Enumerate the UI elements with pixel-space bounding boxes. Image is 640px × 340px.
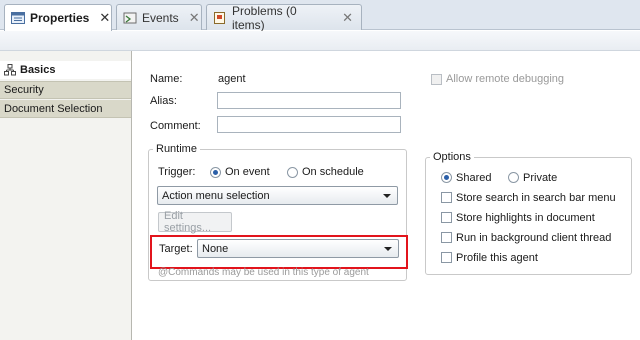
sidebar-item-basics[interactable]: Basics [0,61,131,79]
commands-note: @Commands may be used in this type of ag… [158,267,369,278]
close-icon[interactable]: ✕ [342,10,353,26]
on-schedule-radio[interactable] [287,167,298,178]
toolbar-band [0,31,640,51]
tab-properties-label: Properties [30,11,90,25]
private-label: Private [523,172,558,184]
on-schedule-label: On schedule [302,166,364,178]
allow-remote-debugging-checkbox[interactable] [431,74,442,85]
edit-settings-label: Edit settings... [164,210,212,234]
properties-icon [11,12,25,24]
tab-events[interactable]: Events ✕ [116,4,202,30]
event-select[interactable]: Action menu selection [157,186,398,205]
tab-problems-label: Problems (0 items) [232,3,297,32]
chevron-down-icon [384,247,392,251]
comment-field[interactable] [217,116,401,133]
comment-label: Comment: [150,120,201,132]
store-search-label: Store search in search bar menu [456,192,616,204]
profile-agent-checkbox[interactable] [441,252,452,263]
events-icon [123,12,137,23]
allow-remote-debugging-label: Allow remote debugging [446,73,565,85]
alias-field[interactable] [217,92,401,109]
options-group-title: Options [430,151,474,163]
tab-problems[interactable]: Problems (0 items) ✕ [206,3,362,32]
sidebar-item-security[interactable]: Security [0,81,131,99]
tab-strip: Properties ✕ Events ✕ Problems (0 items)… [0,0,640,32]
sidebar-item-document-selection[interactable]: Document Selection [0,100,131,118]
store-highlights-label: Store highlights in document [456,212,595,224]
run-in-background-checkbox[interactable] [441,232,452,243]
name-label: Name: [150,73,183,85]
edit-settings-button[interactable]: Edit settings... [158,210,232,234]
sidebar-item-label: Document Selection [4,102,103,115]
runtime-group-title: Runtime [153,143,200,155]
shared-radio[interactable] [441,172,452,183]
problems-icon [214,11,225,24]
event-select-value: Action menu selection [162,189,270,202]
basics-icon [4,64,16,76]
alias-label: Alias: [150,95,177,107]
close-icon[interactable]: ✕ [189,10,200,26]
target-label: Target: [159,243,193,255]
shared-label: Shared [456,172,492,184]
close-icon[interactable]: ✕ [99,10,110,26]
profile-agent-label: Profile this agent [456,252,538,264]
on-event-radio[interactable] [210,167,221,178]
private-radio[interactable] [508,172,519,183]
on-event-label: On event [225,166,270,178]
sidebar-item-label: Security [4,84,44,96]
target-select-value: None [202,242,229,255]
name-value: agent [218,73,246,85]
tab-events-label: Events [142,10,179,25]
chevron-down-icon [383,194,391,198]
store-highlights-checkbox[interactable] [441,212,452,223]
target-select[interactable]: None [197,239,399,258]
trigger-label: Trigger: [158,166,196,178]
sidebar: Basics Security Document Selection [0,51,132,340]
run-in-background-label: Run in background client thread [456,232,612,244]
sidebar-item-label: Basics [20,64,56,76]
tab-properties[interactable]: Properties ✕ [4,4,112,31]
store-search-checkbox[interactable] [441,192,452,203]
